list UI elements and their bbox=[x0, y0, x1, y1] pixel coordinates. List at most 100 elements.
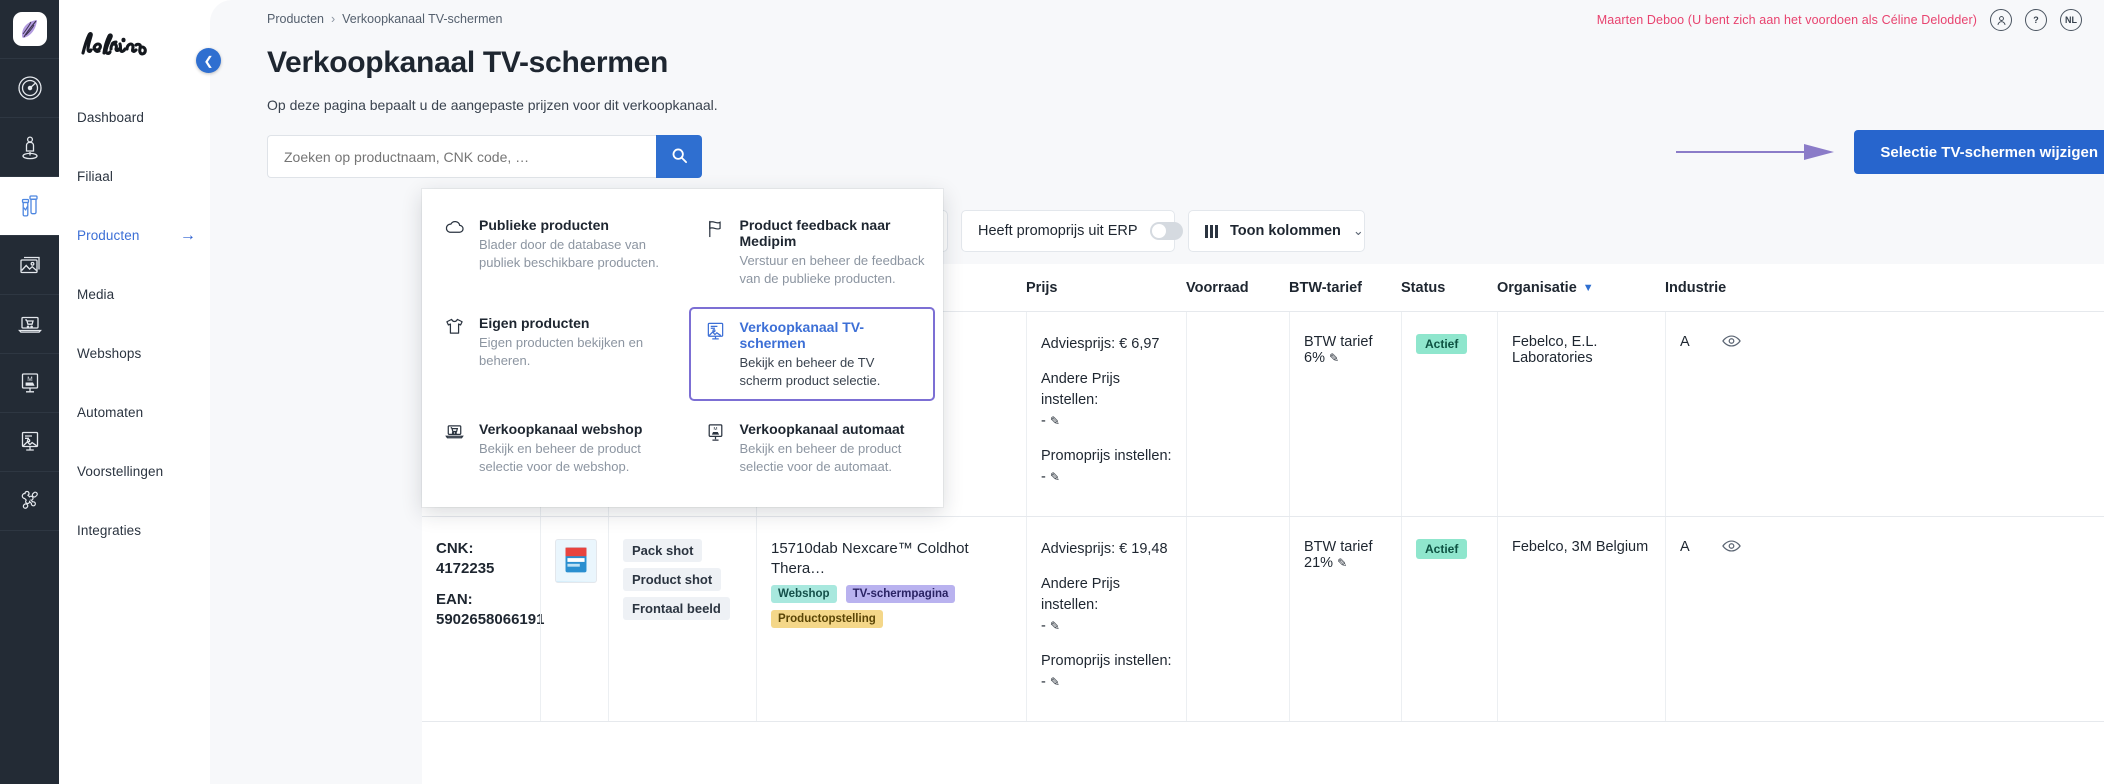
menu-item-verkoopkanaal-tv-schermen[interactable]: Verkoopkanaal TV-schermen Bekijk en behe… bbox=[688, 307, 935, 402]
sidebar-item-label: Integraties bbox=[77, 523, 142, 538]
cell-product: 15710dab Nexcare™ Coldhot Thera… Webshop… bbox=[756, 517, 1026, 722]
rail-item-filiaal[interactable] bbox=[0, 118, 59, 177]
edit-pencil-icon[interactable]: ✎ bbox=[1050, 619, 1060, 633]
menu-item-desc: Blader door de database van publiek besc… bbox=[479, 237, 659, 270]
edit-pencil-icon[interactable]: ✎ bbox=[1337, 556, 1347, 570]
edit-pencil-icon[interactable]: ✎ bbox=[1050, 414, 1060, 428]
rail-item-media[interactable] bbox=[0, 236, 59, 295]
menu-item-verkoopkanaal-webshop[interactable]: Verkoopkanaal webshop Bekijk en beheer d… bbox=[422, 407, 683, 489]
th-industrie[interactable]: Industrie bbox=[1665, 280, 1755, 296]
menu-item-publieke-producten[interactable]: Publieke producten Blader door de databa… bbox=[422, 203, 683, 301]
rail-item-automaten[interactable]: M bbox=[0, 354, 59, 413]
breadcrumb-root[interactable]: Producten bbox=[267, 12, 324, 26]
menu-item-text: Eigen producten Eigen producten bekijken… bbox=[479, 315, 667, 393]
promoprijs-toggle[interactable] bbox=[1149, 222, 1183, 240]
tshirt-icon bbox=[444, 315, 466, 393]
rail-item-webshops[interactable] bbox=[0, 295, 59, 354]
th-organisatie[interactable]: Organisatie ▼ bbox=[1497, 280, 1665, 296]
search-input[interactable] bbox=[267, 135, 656, 178]
menu-item-desc: Verstuur en beheer de feedback van de pu… bbox=[739, 253, 925, 286]
flag-icon bbox=[705, 217, 727, 287]
brand-logo[interactable] bbox=[59, 14, 210, 76]
columns-icon bbox=[1205, 224, 1218, 238]
sidebar-item-label: Dashboard bbox=[77, 110, 144, 125]
edit-pencil-icon[interactable]: ✎ bbox=[1050, 470, 1060, 484]
andere-prijs-value-row[interactable]: - ✎ bbox=[1041, 411, 1172, 432]
promoprijs-value-row[interactable]: - ✎ bbox=[1041, 467, 1172, 488]
cell-status: Actief bbox=[1401, 517, 1497, 722]
badge-tvschermpagina: TV-schermpagina bbox=[845, 585, 956, 604]
promoprijs-value-row[interactable]: - ✎ bbox=[1041, 672, 1172, 693]
cta-label: Selectie TV-schermen wijzigen bbox=[1880, 143, 2098, 161]
sidebar-item-label: Producten bbox=[77, 228, 140, 243]
edit-pencil-icon[interactable]: ✎ bbox=[1329, 351, 1339, 365]
sidebar-item-producten[interactable]: Producten → bbox=[59, 206, 210, 265]
user-circle-icon[interactable] bbox=[1990, 9, 2012, 31]
presentation-image-icon bbox=[16, 428, 44, 456]
selectie-wijzigen-button[interactable]: Selectie TV-schermen wijzigen bbox=[1854, 130, 2104, 174]
vending-screen-icon: M bbox=[16, 369, 44, 397]
sidebar-item-voorstellingen[interactable]: Voorstellingen bbox=[59, 442, 210, 501]
sidebar-collapse-button[interactable]: ❮ bbox=[196, 48, 221, 73]
cell-btw: BTW tarief 21% ✎ bbox=[1289, 517, 1401, 722]
rail-item-dashboard[interactable] bbox=[0, 59, 59, 118]
promoprijs-value: - bbox=[1041, 469, 1046, 486]
andere-prijs-value-row[interactable]: - ✎ bbox=[1041, 616, 1172, 637]
menu-item-text: Verkoopkanaal TV-schermen Bekijk en behe… bbox=[740, 319, 922, 389]
app-root: M Dashboard Filiaal Producten → Media We… bbox=[0, 0, 2104, 784]
filter-label: Toon kolommen bbox=[1230, 223, 1341, 239]
rail-item-integraties[interactable] bbox=[0, 472, 59, 531]
chevron-left-icon: ❮ bbox=[203, 53, 214, 68]
andere-prijs-value: - bbox=[1041, 413, 1046, 430]
sidebar-item-dashboard[interactable]: Dashboard bbox=[59, 88, 210, 147]
breadcrumb-current: Verkoopkanaal TV-schermen bbox=[342, 12, 503, 26]
sidebar-item-webshops[interactable]: Webshops bbox=[59, 324, 210, 383]
rail-item-logo[interactable] bbox=[0, 0, 59, 59]
question-circle-icon[interactable]: ? bbox=[2025, 9, 2047, 31]
cell-prijs: Adviesprijs: € 6,97 Andere Prijs instell… bbox=[1026, 312, 1186, 517]
th-label: Organisatie bbox=[1497, 279, 1577, 296]
search-button[interactable] bbox=[656, 135, 702, 178]
person-pin-icon bbox=[16, 133, 44, 161]
filter-promoprijs-erp[interactable]: Heeft promoprijs uit ERP bbox=[961, 210, 1183, 252]
laptop-cart-icon bbox=[444, 421, 466, 475]
rail-item-voorstellingen[interactable] bbox=[0, 413, 59, 472]
cell-voorraad bbox=[1186, 517, 1289, 722]
menu-item-eigen-producten[interactable]: Eigen producten Eigen producten bekijken… bbox=[422, 301, 683, 407]
menu-item-text: Verkoopkanaal webshop Bekijk en beheer d… bbox=[479, 421, 667, 475]
purple-pointer-arrow-icon bbox=[1676, 144, 1834, 160]
menu-item-product-feedback[interactable]: Product feedback naar Medipim Verstuur e… bbox=[683, 203, 944, 301]
edit-pencil-icon[interactable]: ✎ bbox=[1050, 675, 1060, 689]
th-btw[interactable]: BTW-tarief bbox=[1289, 280, 1401, 296]
page-subtitle: Op deze pagina bepaalt u de aangepaste p… bbox=[267, 97, 718, 113]
th-voorraad[interactable]: Voorraad bbox=[1186, 280, 1289, 296]
sidebar-item-label: Webshops bbox=[77, 346, 142, 361]
svg-text:M: M bbox=[713, 426, 717, 432]
filter-label: Heeft promoprijs uit ERP bbox=[978, 223, 1138, 239]
breadcrumb-separator-icon: › bbox=[330, 12, 336, 26]
sidebar-item-filiaal[interactable]: Filiaal bbox=[59, 147, 210, 206]
icon-rail: M bbox=[0, 0, 59, 784]
eye-icon[interactable] bbox=[1722, 334, 1741, 352]
product-thumbnail[interactable] bbox=[555, 539, 597, 584]
eye-icon[interactable] bbox=[1722, 539, 1741, 557]
product-name: 15710dab Nexcare™ Coldhot Thera… bbox=[771, 540, 969, 577]
th-status[interactable]: Status bbox=[1401, 280, 1497, 296]
sidebar-item-automaten[interactable]: Automaten bbox=[59, 383, 210, 442]
cell-prijs: Adviesprijs: € 19,48 Andere Prijs instel… bbox=[1026, 517, 1186, 722]
promoprijs-value: - bbox=[1041, 674, 1046, 691]
th-prijs[interactable]: Prijs bbox=[1026, 280, 1186, 296]
menu-item-desc: Bekijk en beheer de product selectie voo… bbox=[479, 441, 641, 474]
sidebar-item-integraties[interactable]: Integraties bbox=[59, 501, 210, 560]
sidebar-item-label: Automaten bbox=[77, 405, 144, 420]
image-stack-icon bbox=[16, 251, 44, 279]
bottles-icon bbox=[16, 192, 44, 220]
rail-item-producten[interactable] bbox=[0, 177, 59, 236]
table-row[interactable]: CNK: 4172235 EAN: 5902658066191 Pack sho… bbox=[422, 517, 2104, 723]
cnk-value: 4172235 bbox=[436, 560, 495, 578]
language-selector[interactable]: NL bbox=[2060, 9, 2082, 31]
menu-item-verkoopkanaal-automaat[interactable]: M Verkoopkanaal automaat Bekijk en behee… bbox=[683, 407, 944, 489]
filter-toon-kolommen[interactable]: Toon kolommen ⌄ bbox=[1188, 210, 1365, 252]
sidebar-item-media[interactable]: Media bbox=[59, 265, 210, 324]
tv-screen-icon bbox=[705, 319, 727, 389]
